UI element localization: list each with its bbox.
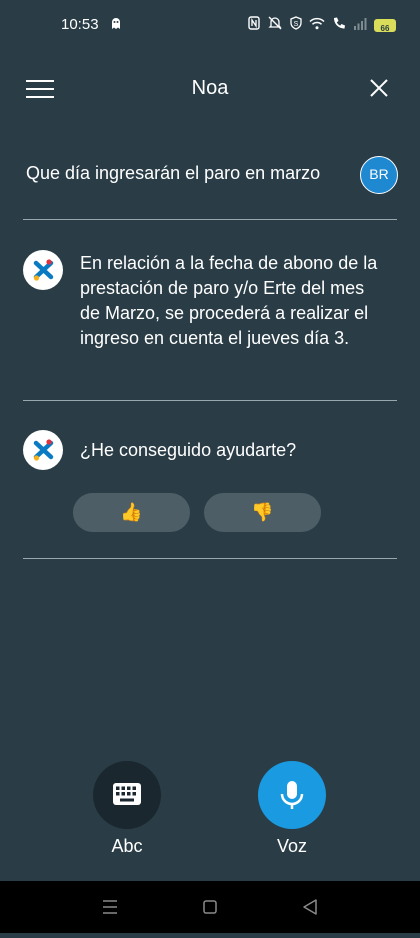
bot-question-text: ¿He conseguido ayudarte? (80, 440, 297, 460)
divider (23, 558, 397, 559)
keyboard-label: Abc (111, 836, 143, 856)
microphone-icon (280, 781, 304, 809)
signal-icon (353, 17, 367, 35)
home-icon[interactable] (203, 900, 217, 914)
status-bar: 10:53 S 66 (0, 0, 420, 52)
call-icon (332, 16, 346, 35)
thumbs-down-button[interactable]: 👎 (204, 493, 321, 532)
page-title: Noa (191, 77, 229, 99)
close-button[interactable] (368, 77, 390, 99)
shield-icon: S (290, 16, 302, 35)
wifi-icon (309, 17, 325, 35)
voice-button[interactable] (258, 761, 326, 829)
user-message-text: Que día ingresarán el paro en marzo (26, 163, 321, 183)
chat-header: Noa (0, 66, 420, 112)
avatar: BR (360, 156, 398, 194)
keyboard-icon (113, 783, 141, 805)
thumbs-down-icon: 👎 (251, 502, 274, 522)
bot-answer-text: En relación a la fecha de abono de la pr… (80, 253, 378, 348)
ghost-icon (109, 16, 123, 33)
mute-icon (267, 16, 283, 35)
divider (23, 400, 397, 401)
recent-apps-icon[interactable] (103, 900, 117, 914)
thumbs-up-button[interactable]: 👍 (73, 493, 190, 532)
back-icon[interactable] (303, 899, 317, 915)
status-icons: S 66 (248, 16, 396, 35)
voice-label: Voz (276, 836, 308, 856)
close-icon (370, 79, 388, 97)
status-time: 10:53 (61, 16, 99, 33)
user-message: Que día ingresarán el paro en marzo BR (26, 156, 398, 196)
svg-text:S: S (294, 21, 299, 28)
battery-icon: 66 (374, 19, 396, 33)
keyboard-button[interactable] (93, 761, 161, 829)
caixabank-logo-icon (23, 250, 63, 290)
navigation-bar (0, 881, 420, 933)
thumbs-up-icon: 👍 (120, 502, 143, 522)
divider (23, 219, 397, 220)
caixabank-logo-icon (23, 430, 63, 470)
nfc-icon (248, 16, 260, 35)
